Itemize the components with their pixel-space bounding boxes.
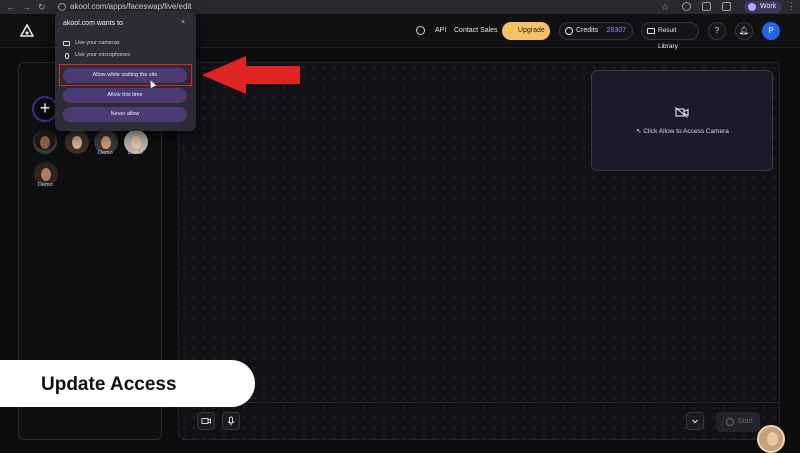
close-icon[interactable]: × xyxy=(181,19,185,26)
upgrade-button[interactable]: ⚡ Upgrade xyxy=(502,22,550,40)
browser-menu-icon[interactable]: ⋮ xyxy=(787,1,796,12)
annotation-highlight-box xyxy=(59,64,192,86)
demo-badge: Demo xyxy=(128,150,143,156)
demo-badge: Demo xyxy=(38,182,53,188)
caption-text: Update Access xyxy=(41,374,177,395)
never-allow-button[interactable]: Never allow xyxy=(63,107,187,122)
extension-icon[interactable] xyxy=(682,2,691,11)
upgrade-label: Upgrade xyxy=(517,27,545,34)
bookmark-star-icon[interactable]: ☆ xyxy=(661,1,669,13)
permission-popup-title: akool.com wants to xyxy=(63,20,123,27)
allow-this-time-button[interactable]: Allow this time xyxy=(63,88,187,103)
arrow-up-left-icon: ⇖ xyxy=(636,128,642,135)
microphone-icon xyxy=(227,416,235,426)
camera-access-hint: ⇖ Click Allow to Access Camera xyxy=(636,127,729,135)
camera-icon xyxy=(63,41,70,46)
back-icon[interactable]: ← xyxy=(6,1,15,13)
microphone-icon xyxy=(65,53,69,59)
credits-value: 28307 xyxy=(606,27,626,34)
akool-logo-icon[interactable] xyxy=(20,24,34,38)
start-button[interactable]: Start xyxy=(716,412,760,432)
result-library-label: Result Library xyxy=(658,27,678,50)
annotation-arrow-icon xyxy=(202,56,300,94)
avatar[interactable] xyxy=(757,425,785,453)
result-library-button[interactable]: Result Library xyxy=(641,22,699,50)
video-camera-icon xyxy=(201,418,211,424)
help-button[interactable]: ? xyxy=(708,22,726,40)
lightning-icon: ⚡ xyxy=(507,27,516,34)
face-thumbnail[interactable] xyxy=(65,130,89,154)
camera-off-icon xyxy=(675,107,689,118)
forward-icon[interactable]: → xyxy=(22,1,31,13)
extensions-puzzle-icon[interactable] xyxy=(702,2,711,11)
camera-hint-text: Click Allow to Access Camera xyxy=(643,128,729,135)
permission-camera-label: Use your cameras xyxy=(75,40,120,46)
microphone-toggle-button[interactable] xyxy=(222,412,240,430)
credits-badge[interactable]: Credits 28307 xyxy=(559,22,633,40)
credits-icon xyxy=(565,27,573,35)
camera-preview-card[interactable] xyxy=(591,70,773,171)
credits-label: Credits xyxy=(576,27,599,34)
side-panel-icon[interactable] xyxy=(722,2,731,11)
profile-label: Work xyxy=(760,3,777,10)
notifications-button[interactable]: 🔔︎ xyxy=(735,22,753,40)
options-dropdown-button[interactable] xyxy=(686,412,704,430)
user-avatar[interactable]: P xyxy=(762,22,780,40)
help-icon: ? xyxy=(714,26,720,35)
start-label: Start xyxy=(738,418,753,425)
permission-microphone-label: Use your microphones xyxy=(75,52,131,58)
face-thumbnail[interactable] xyxy=(33,130,57,154)
globe-icon[interactable] xyxy=(416,26,425,35)
camera-toggle-button[interactable] xyxy=(197,412,215,430)
contact-sales-link[interactable]: Contact Sales xyxy=(454,26,498,36)
plus-icon: + xyxy=(39,98,51,118)
folder-icon xyxy=(647,28,655,34)
profile-avatar-icon xyxy=(748,3,756,11)
api-link[interactable]: API xyxy=(435,26,446,36)
chevron-down-icon xyxy=(692,419,698,424)
bell-icon: 🔔︎ xyxy=(738,26,750,35)
stage-toolbar-divider xyxy=(179,402,779,403)
start-icon xyxy=(726,418,734,426)
site-info-icon[interactable] xyxy=(58,3,66,11)
reload-icon[interactable]: ↻ xyxy=(38,1,46,13)
profile-chip[interactable]: Work xyxy=(744,1,783,13)
demo-badge: Demo xyxy=(98,150,113,156)
